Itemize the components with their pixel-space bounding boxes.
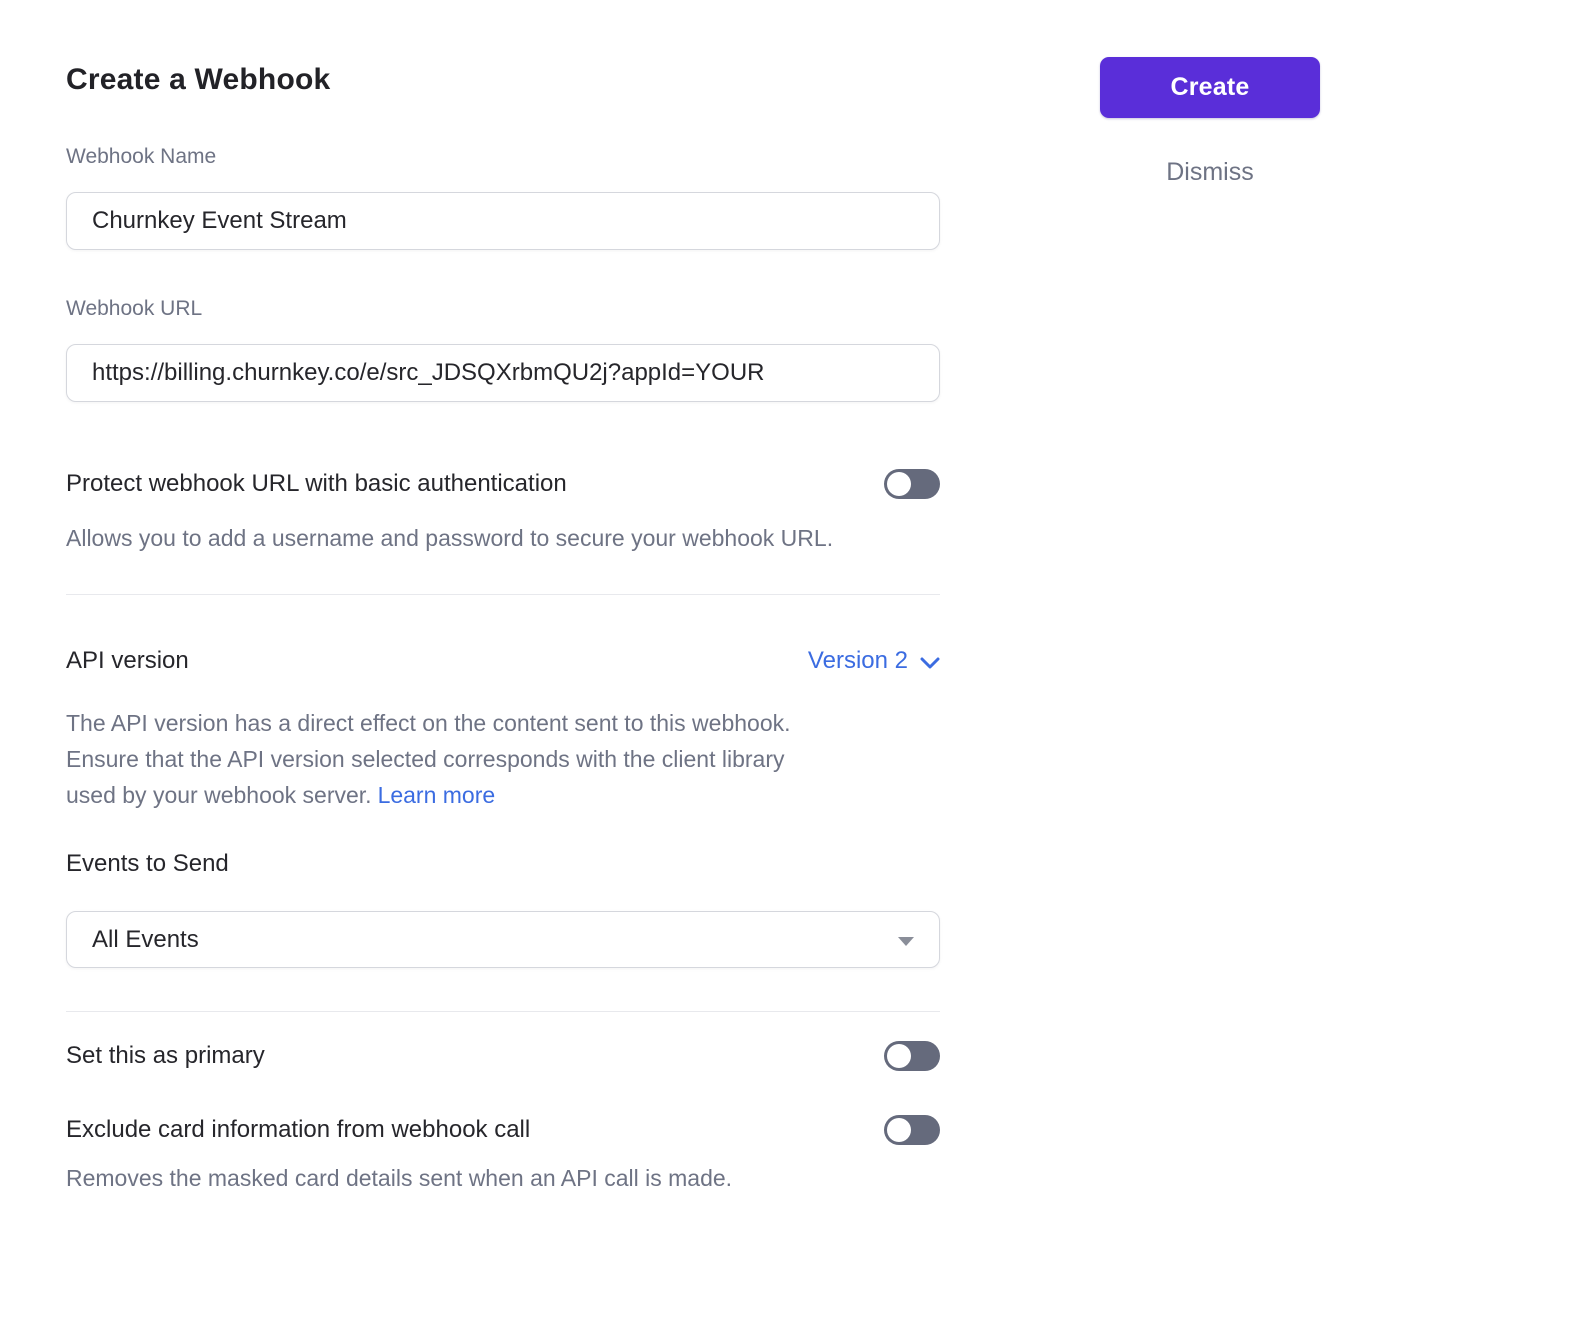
api-version-description: The API version has a direct effect on t… bbox=[66, 705, 796, 813]
api-version-row: API version Version 2 bbox=[66, 645, 940, 677]
exclude-card-help: Removes the masked card details sent whe… bbox=[66, 1160, 866, 1196]
webhook-form: Create a Webhook Webhook Name Webhook UR… bbox=[66, 0, 940, 1196]
webhook-name-label: Webhook Name bbox=[66, 144, 940, 170]
events-to-send-select[interactable]: All Events bbox=[66, 911, 940, 968]
toggle-knob bbox=[887, 1044, 911, 1068]
learn-more-link[interactable]: Learn more bbox=[378, 782, 496, 808]
toggle-knob bbox=[887, 472, 911, 496]
primary-label: Set this as primary bbox=[66, 1040, 265, 1072]
section-divider bbox=[66, 594, 940, 595]
basic-auth-label: Protect webhook URL with basic authentic… bbox=[66, 468, 567, 500]
toggle-knob bbox=[887, 1118, 911, 1142]
primary-row: Set this as primary bbox=[66, 1036, 940, 1076]
api-version-label: API version bbox=[66, 645, 189, 677]
events-to-send-label: Events to Send bbox=[66, 849, 940, 879]
create-webhook-page: Create a Webhook Webhook Name Webhook UR… bbox=[0, 0, 1578, 1336]
set-primary-toggle[interactable] bbox=[884, 1041, 940, 1071]
basic-auth-row: Protect webhook URL with basic authentic… bbox=[66, 464, 940, 504]
exclude-card-row: Exclude card information from webhook ca… bbox=[66, 1110, 940, 1150]
page-title: Create a Webhook bbox=[66, 62, 940, 98]
basic-auth-toggle[interactable] bbox=[884, 469, 940, 499]
select-caret-icon bbox=[898, 937, 914, 946]
dismiss-button[interactable]: Dismiss bbox=[1166, 158, 1254, 187]
webhook-name-input[interactable] bbox=[66, 192, 940, 250]
create-button[interactable]: Create bbox=[1100, 57, 1320, 118]
api-version-dropdown[interactable]: Version 2 bbox=[808, 646, 940, 677]
chevron-down-icon bbox=[920, 649, 940, 677]
exclude-card-toggle[interactable] bbox=[884, 1115, 940, 1145]
basic-auth-help: Allows you to add a username and passwor… bbox=[66, 520, 866, 556]
webhook-url-label: Webhook URL bbox=[66, 296, 940, 322]
webhook-url-input[interactable] bbox=[66, 344, 940, 402]
api-version-value: Version 2 bbox=[808, 647, 908, 675]
section-divider bbox=[66, 1011, 940, 1012]
exclude-card-label: Exclude card information from webhook ca… bbox=[66, 1114, 530, 1146]
form-actions: Create Dismiss bbox=[1100, 57, 1320, 187]
events-selected-value: All Events bbox=[92, 926, 199, 954]
